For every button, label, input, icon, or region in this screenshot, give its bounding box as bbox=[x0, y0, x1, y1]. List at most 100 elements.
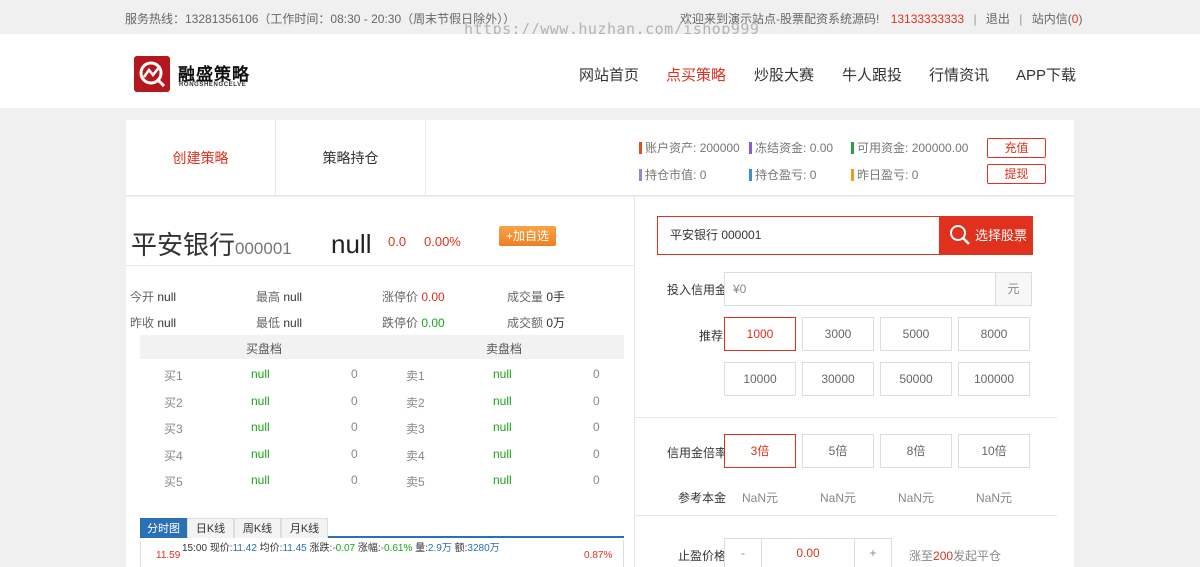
recommend-option[interactable]: 30000 bbox=[802, 362, 874, 396]
buy-level-volume: 0 bbox=[351, 394, 358, 408]
buy-level-label: 买1 bbox=[164, 369, 183, 383]
available-color-bar bbox=[851, 142, 854, 154]
market-color-bar bbox=[639, 169, 642, 181]
sell-level-price: null bbox=[493, 473, 512, 487]
divider bbox=[635, 417, 1057, 418]
account-assets: 账户资产: 200000 bbox=[639, 139, 740, 156]
profit-color-bar bbox=[749, 169, 752, 181]
buy-side-title: 买盘档 bbox=[246, 342, 283, 356]
recommend-option[interactable]: 1000 bbox=[724, 317, 796, 351]
sell-level-label: 卖2 bbox=[406, 396, 425, 410]
divider bbox=[126, 265, 634, 266]
sell-level-price: null bbox=[493, 367, 512, 381]
recommend-option[interactable]: 10000 bbox=[724, 362, 796, 396]
withdraw-button[interactable]: 提现 bbox=[987, 164, 1046, 184]
quote-limit-up: 涨停价 0.00 bbox=[382, 290, 445, 304]
messages-label: 站内信 bbox=[1031, 12, 1068, 26]
account-yesterday-profit: 昨日盈亏: 0 bbox=[851, 166, 918, 183]
account-holding-profit: 持仓盈亏: 0 bbox=[749, 166, 816, 183]
logo-subtext: RONGSHENGCELVE bbox=[179, 82, 247, 88]
multiplier-option[interactable]: 3倍 bbox=[724, 434, 796, 468]
user-phone-link[interactable]: 13133333333 bbox=[891, 12, 964, 26]
tab-intraday[interactable]: 分时图 bbox=[140, 518, 187, 538]
sell-level-label: 卖3 bbox=[406, 422, 425, 436]
add-favorite-button[interactable]: +加自选 bbox=[499, 226, 556, 246]
messages-link[interactable]: 站内信(0) bbox=[1032, 12, 1083, 26]
recommend-option[interactable]: 8000 bbox=[958, 317, 1030, 351]
sell-level-volume: 0 bbox=[593, 420, 600, 434]
stop-profit-hint: 涨至200发起平仓 bbox=[909, 549, 1002, 563]
principal-value: NaN元 bbox=[975, 491, 1012, 505]
account-market-value: 持仓市值: 0 bbox=[639, 166, 706, 183]
buy-level-label: 买4 bbox=[164, 449, 183, 463]
frozen-color-bar bbox=[749, 142, 752, 154]
principal-value: NaN元 bbox=[897, 491, 934, 505]
nav-market-news[interactable]: 行情资讯 bbox=[929, 64, 989, 85]
quote-volume: 成交量 0手 bbox=[507, 290, 566, 304]
nav-home[interactable]: 网站首页 bbox=[579, 64, 639, 85]
nav-strategy-buy[interactable]: 点买策略 bbox=[666, 64, 726, 85]
buy-level-label: 买3 bbox=[164, 422, 183, 436]
buy-level-price: null bbox=[251, 473, 270, 487]
tab-strategy-holdings[interactable]: 策略持仓 bbox=[276, 120, 426, 196]
quote-amount: 成交额 0万 bbox=[507, 316, 566, 330]
nav-app-download[interactable]: APP下载 bbox=[1016, 64, 1076, 85]
stop-profit-increase-button[interactable]: + bbox=[854, 538, 892, 567]
buy-level-price: null bbox=[251, 367, 270, 381]
tab-create-strategy[interactable]: 创建策略 bbox=[126, 120, 276, 196]
multiplier-option[interactable]: 5倍 bbox=[802, 434, 874, 468]
stop-profit-input[interactable]: 0.00 bbox=[761, 538, 855, 567]
account-frozen: 冻结资金: 0.00 bbox=[749, 139, 833, 156]
buy-level-label: 买2 bbox=[164, 396, 183, 410]
tab-monthly-k[interactable]: 月K线 bbox=[281, 518, 328, 538]
logout-link[interactable]: 退出 bbox=[986, 12, 1010, 26]
recommend-option[interactable]: 50000 bbox=[880, 362, 952, 396]
nav-contest[interactable]: 炒股大赛 bbox=[754, 64, 814, 85]
buy-level-volume: 0 bbox=[351, 473, 358, 487]
principal-label: 参考本金 bbox=[678, 491, 727, 505]
recommend-label: 推荐 bbox=[699, 329, 724, 343]
recommend-option[interactable]: 100000 bbox=[958, 362, 1030, 396]
multiplier-option[interactable]: 8倍 bbox=[880, 434, 952, 468]
stock-code: 000001 bbox=[235, 239, 292, 258]
buy-level-volume: 0 bbox=[351, 367, 358, 381]
sell-level-price: null bbox=[493, 447, 512, 461]
sell-side-title: 卖盘档 bbox=[486, 342, 523, 356]
chart-tabs: 分时图 日K线 周K线 月K线 bbox=[140, 518, 624, 538]
stop-profit-label: 止盈价格 bbox=[678, 549, 727, 563]
messages-count: 0 bbox=[1071, 12, 1079, 26]
chart-info-line: 15:00 现价:11.42 均价:11.45 涨跌:-0.07 涨幅:-0.6… bbox=[182, 543, 500, 554]
stop-profit-decrease-button[interactable]: - bbox=[724, 538, 762, 567]
nav-follow[interactable]: 牛人跟投 bbox=[842, 64, 902, 85]
sell-level-volume: 0 bbox=[593, 367, 600, 381]
sell-level-label: 卖5 bbox=[406, 475, 425, 489]
recharge-button[interactable]: 充值 bbox=[987, 138, 1046, 158]
multiplier-option[interactable]: 10倍 bbox=[958, 434, 1030, 468]
buy-level-price: null bbox=[251, 394, 270, 408]
tab-daily-k[interactable]: 日K线 bbox=[187, 518, 234, 538]
recommend-option[interactable]: 5000 bbox=[880, 317, 952, 351]
recommend-option[interactable]: 3000 bbox=[802, 317, 874, 351]
quote-limit-down: 跌停价 0.00 bbox=[382, 316, 445, 330]
sell-level-label: 卖1 bbox=[406, 369, 425, 383]
principal-value: NaN元 bbox=[819, 491, 856, 505]
orderbook-header: 买盘档 卖盘档 bbox=[140, 335, 624, 359]
stock-change-pct: 0.00% bbox=[424, 234, 461, 249]
divider bbox=[635, 515, 1057, 516]
buy-level-price: null bbox=[251, 420, 270, 434]
assets-color-bar bbox=[639, 142, 642, 154]
credit-input[interactable]: ¥0 bbox=[724, 272, 996, 306]
quote-prev-close: 昨收 null bbox=[130, 316, 177, 330]
logo-icon[interactable] bbox=[134, 56, 170, 92]
stock-search-input[interactable]: 平安银行 000001 bbox=[657, 216, 939, 255]
stock-price: null bbox=[331, 229, 372, 259]
buy-level-volume: 0 bbox=[351, 447, 358, 461]
principal-value: NaN元 bbox=[741, 491, 778, 505]
chart-axis-left: 11.59 bbox=[156, 550, 181, 561]
yesterday-color-bar bbox=[851, 169, 854, 181]
select-stock-button[interactable]: 选择股票 bbox=[939, 216, 1033, 255]
service-hotline: 服务热线：13281356106（工作时间：08:30 - 20:30（周末节假… bbox=[125, 12, 516, 26]
tab-weekly-k[interactable]: 周K线 bbox=[234, 518, 281, 538]
stock-quote-panel: 平安银行000001 null 0.0 0.00% +加自选 今开 null 最… bbox=[126, 197, 634, 567]
quote-open: 今开 null bbox=[130, 290, 177, 304]
